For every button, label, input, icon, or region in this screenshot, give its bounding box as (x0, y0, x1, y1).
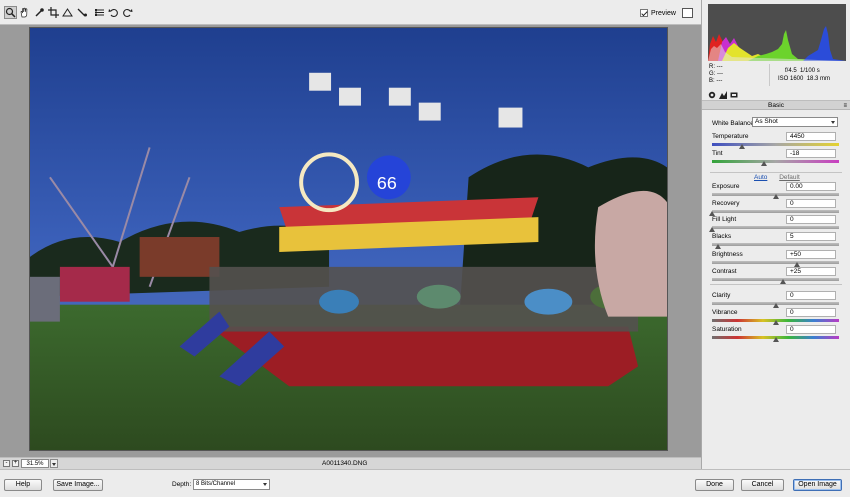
clarity-label: Clarity (712, 292, 731, 299)
b-value: --- (716, 78, 723, 84)
recovery-slider[interactable] (712, 210, 839, 213)
white-balance-tool-icon[interactable] (33, 6, 46, 19)
fairground-photo: 66 (30, 28, 667, 450)
brightness-value-field[interactable]: +50 (786, 250, 836, 259)
saturation-value-field[interactable]: 0 (786, 325, 836, 334)
temperature-slider-thumb[interactable] (739, 144, 746, 149)
depth-label: Depth: (172, 481, 192, 488)
focal-length: 18.3 mm (806, 76, 831, 82)
g-value: --- (717, 71, 724, 77)
adjustments-panel: R: --- G: --- B: --- f/4.5 1/100 s ISO 1… (701, 0, 850, 469)
tab-detail-icon[interactable] (730, 91, 738, 99)
vibrance-slider-thumb[interactable] (772, 320, 779, 325)
preferences-icon[interactable] (93, 6, 106, 19)
b-label: B: (709, 78, 715, 84)
fullscreen-icon[interactable] (682, 8, 693, 18)
done-button[interactable]: Done (695, 479, 734, 491)
tint-slider-thumb[interactable] (761, 161, 768, 166)
rotate-left-icon[interactable] (107, 6, 120, 19)
image-canvas[interactable]: 66 (0, 25, 701, 457)
tab-tone-curve-icon[interactable] (719, 91, 727, 99)
r-label: R: (709, 64, 715, 70)
default-link[interactable]: Default (779, 174, 800, 181)
shutter-speed: 1/100 s (800, 68, 820, 74)
fill-light-slider-thumb[interactable] (709, 227, 715, 232)
recovery-value-field[interactable]: 0 (786, 199, 836, 208)
tab-basic-icon[interactable] (708, 91, 716, 99)
straighten-tool-icon[interactable] (61, 6, 74, 19)
contrast-slider-thumb[interactable] (780, 279, 787, 284)
zoom-dropdown-button[interactable] (50, 459, 58, 468)
saturation-slider-thumb[interactable] (772, 337, 779, 342)
help-button[interactable]: Help (4, 479, 42, 491)
recovery-label: Recovery (712, 200, 740, 207)
contrast-value-field[interactable]: +25 (786, 267, 836, 276)
saturation-label: Saturation (712, 326, 742, 333)
blacks-slider-thumb[interactable] (715, 244, 722, 249)
bottom-bar: Help Save Image... Depth: 8 Bits/Channel… (0, 469, 850, 497)
zoom-tool-icon[interactable] (4, 6, 17, 19)
save-image-button[interactable]: Save Image... (53, 479, 103, 491)
vibrance-label: Vibrance (712, 309, 738, 316)
retouch-tool-icon[interactable] (76, 6, 89, 19)
histogram (708, 4, 846, 61)
exposure-value-field[interactable]: 0.00 (786, 182, 836, 191)
photo-preview: 66 (29, 27, 668, 451)
zoom-level-field[interactable]: 31.5% (21, 459, 49, 468)
section-divider (710, 172, 842, 173)
open-image-button[interactable]: Open Image (793, 479, 842, 491)
temperature-value-field[interactable]: 4450 (786, 132, 836, 141)
contrast-slider[interactable] (712, 278, 839, 281)
toolbar: Preview (0, 0, 701, 25)
panel-menu-icon[interactable]: ≡ (843, 102, 847, 111)
section-title: Basic (768, 102, 784, 109)
temperature-slider[interactable] (712, 143, 839, 146)
rgb-readout: R: --- G: --- B: --- (709, 64, 723, 85)
brightness-label: Brightness (712, 251, 743, 258)
exposure-label: Exposure (712, 183, 740, 190)
blacks-slider[interactable] (712, 243, 839, 246)
zoom-out-button[interactable]: - (3, 460, 10, 467)
g-label: G: (709, 71, 716, 77)
depth-select[interactable]: 8 Bits/Channel (193, 479, 270, 490)
clarity-slider-thumb[interactable] (772, 303, 779, 308)
cancel-button[interactable]: Cancel (741, 479, 784, 491)
auto-link[interactable]: Auto (754, 174, 767, 181)
blacks-label: Blacks (712, 233, 732, 240)
file-name: A0011340.DNG (322, 460, 368, 467)
section-divider (710, 284, 842, 285)
tint-value-field[interactable]: -18 (786, 149, 836, 158)
vibrance-value-field[interactable]: 0 (786, 308, 836, 317)
basic-section-header: Basic ≡ (702, 101, 850, 110)
exposure-slider-thumb[interactable] (772, 194, 779, 199)
svg-text:66: 66 (377, 173, 397, 193)
iso: ISO 1600 (778, 76, 804, 82)
fill-light-slider[interactable] (712, 226, 839, 229)
hand-tool-icon[interactable] (18, 6, 31, 19)
preview-checkbox[interactable] (640, 9, 648, 17)
fill-light-value-field[interactable]: 0 (786, 215, 836, 224)
auto-default-links: Auto Default (754, 174, 800, 181)
tint-slider[interactable] (712, 160, 839, 163)
brightness-slider[interactable] (712, 261, 839, 264)
fill-light-label: Fill Light (712, 216, 737, 223)
rotate-right-icon[interactable] (121, 6, 134, 19)
panel-tabs (702, 89, 850, 101)
preview-toggle[interactable]: Preview (640, 9, 676, 17)
temperature-label: Temperature (712, 133, 749, 140)
contrast-label: Contrast (712, 268, 737, 275)
readout-divider (769, 64, 770, 86)
white-balance-label: White Balance: (712, 120, 756, 127)
r-value: --- (716, 64, 723, 70)
white-balance-select[interactable]: As Shot (752, 117, 838, 127)
crop-tool-icon[interactable] (47, 6, 60, 19)
zoom-in-button[interactable]: + (12, 460, 19, 467)
clarity-value-field[interactable]: 0 (786, 291, 836, 300)
status-bar: - + 31.5% A0011340.DNG (0, 457, 701, 469)
preview-label: Preview (651, 9, 676, 17)
exif-readout: f/4.5 1/100 s ISO 1600 18.3 mm (773, 67, 830, 83)
tint-label: Tint (712, 150, 723, 157)
blacks-value-field[interactable]: 5 (786, 232, 836, 241)
aperture: f/4.5 (785, 68, 797, 74)
